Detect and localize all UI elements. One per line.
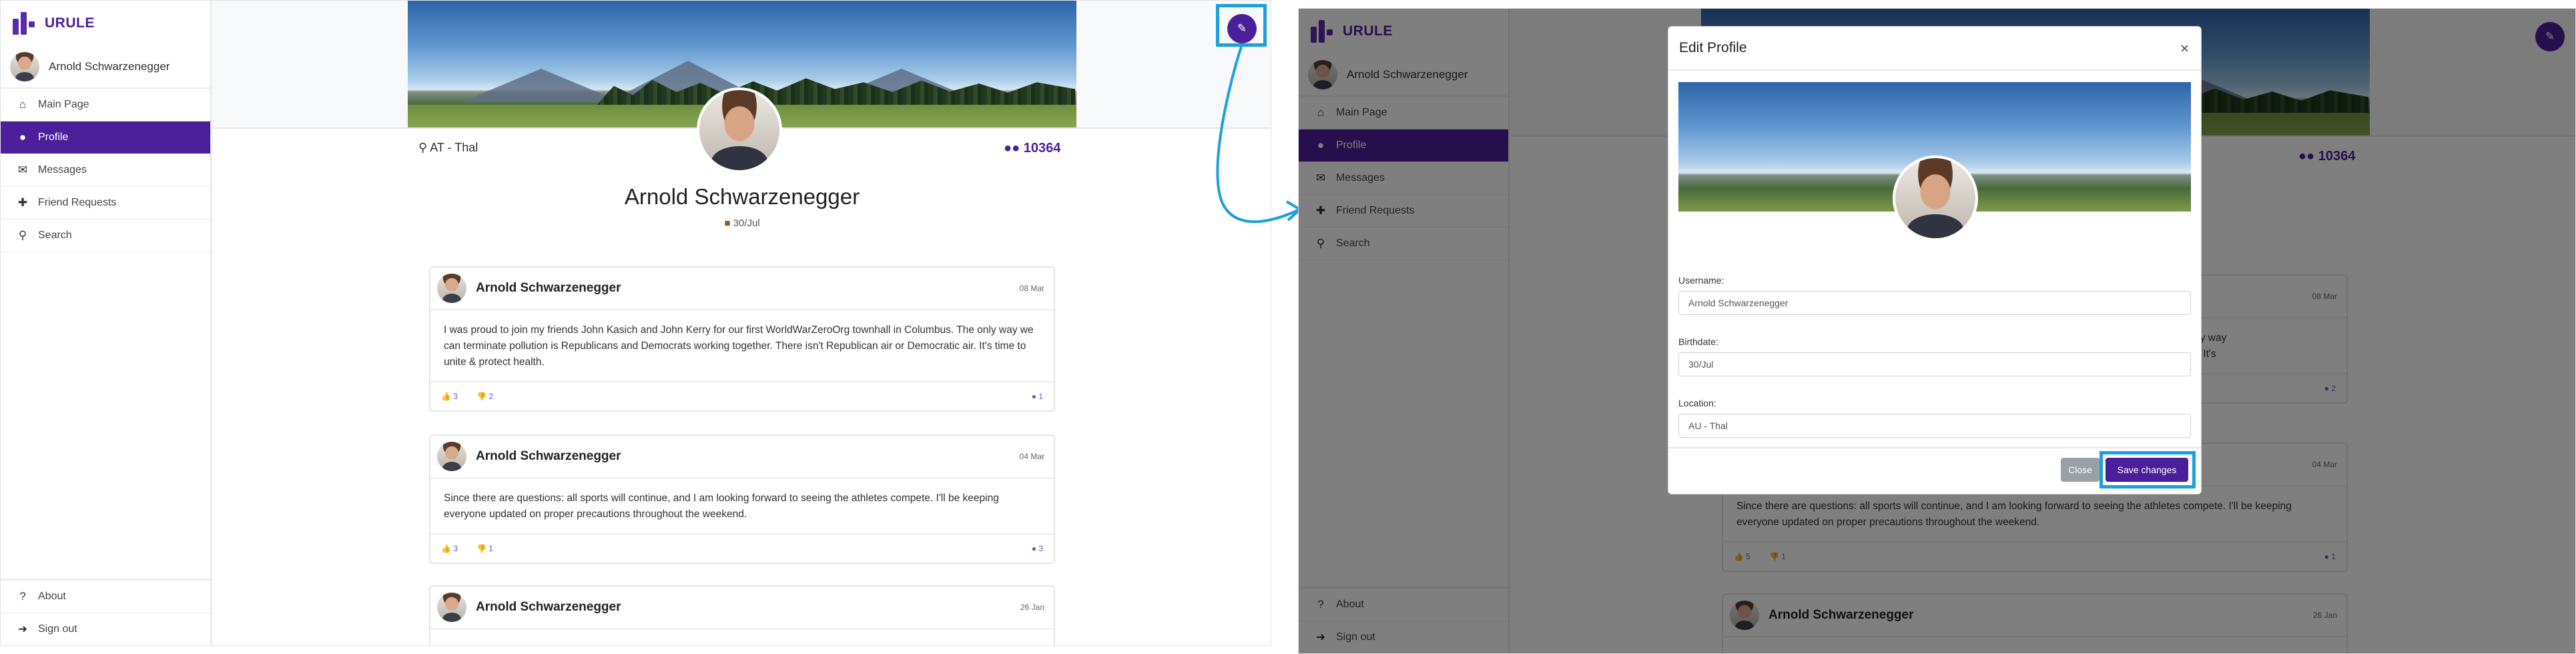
avatar	[437, 593, 466, 622]
comment-count: 1	[1038, 392, 1043, 401]
home-icon: ⌂	[19, 98, 27, 111]
sign-out-icon: ➜	[17, 623, 28, 635]
sidebar-item-label: Messages	[38, 164, 87, 176]
profile-name: Arnold Schwarzenegger	[624, 184, 860, 209]
sidebar-item-label: Main Page	[38, 99, 89, 110]
location-label: Location:	[1678, 398, 1716, 408]
question-circle-icon: ?	[19, 590, 26, 603]
post-header: Arnold Schwarzenegger 04 Mar	[430, 436, 1054, 478]
sidebar-item-label: About	[38, 591, 66, 602]
user-plus-icon: ✚	[17, 196, 28, 209]
post-header: Arnold Schwarzenegger 26 Jan	[430, 587, 1054, 629]
modal-footer-divider	[1668, 447, 2201, 448]
post-card: Arnold Schwarzenegger 08 Mar I was proud…	[429, 266, 1055, 412]
birthdate-input[interactable]	[1678, 352, 2191, 376]
profile-location: ⚲ AT - Thal	[418, 141, 478, 155]
birthday-text: 30/Jul	[733, 218, 760, 229]
birthdate-label: Birthdate:	[1678, 336, 1718, 347]
location-input[interactable]	[1678, 414, 2191, 438]
modal-title: Edit Profile	[1679, 40, 1747, 55]
cake-icon: ■	[724, 218, 731, 229]
profile-avatar	[697, 87, 782, 173]
screenshot-stage: URULE Arnold Schwarzenegger ⌂ Main Page …	[0, 0, 2576, 654]
avatar	[10, 52, 39, 81]
user-icon: ●	[19, 131, 27, 143]
sidebar-item-search[interactable]: ⚲ Search	[1, 220, 210, 252]
brand-logo-icon	[13, 12, 35, 35]
avatar	[437, 442, 466, 471]
profile-birthday: ■ 30/Jul	[408, 218, 1076, 229]
sidebar-item-main-page[interactable]: ⌂ Main Page	[1, 89, 210, 121]
sidebar-bottom: ? About ➜ Sign out	[1, 579, 210, 645]
modal-header: Edit Profile ×	[1668, 27, 2201, 71]
like-button[interactable]: 👍 3	[441, 392, 458, 401]
post-author[interactable]: Arnold Schwarzenegger	[476, 449, 621, 464]
envelope-icon: ✉	[17, 164, 28, 176]
sidebar-item-sign-out[interactable]: ➜ Sign out	[1, 613, 210, 645]
like-count: 3	[453, 392, 458, 401]
save-button-highlight	[2100, 451, 2196, 488]
avatar-upload[interactable]	[1893, 155, 1978, 241]
sidebar-user-name: Arnold Schwarzenegger	[49, 60, 170, 73]
comment-button[interactable]: ● 3	[1032, 544, 1043, 553]
sidebar-item-about[interactable]: ? About	[1, 580, 210, 613]
followers-number: 10364	[1023, 141, 1061, 155]
brand-name: URULE	[45, 15, 95, 31]
sidebar: URULE Arnold Schwarzenegger ⌂ Main Page …	[1, 1, 212, 645]
post-footer: 👍 3 👎 2 ● 1	[430, 381, 1054, 410]
post-date: 26 Jan	[1020, 603, 1044, 612]
map-marker-icon: ⚲	[418, 141, 428, 154]
close-icon[interactable]: ×	[2180, 40, 2189, 57]
post-card: Arnold Schwarzenegger 26 Jan	[429, 585, 1055, 645]
avatar	[437, 274, 466, 303]
profile-page-with-modal: URULE Arnold Schwarzenegger ⌂ Main Page …	[1298, 8, 2576, 654]
comment-button[interactable]: ● 1	[1032, 392, 1043, 401]
post-author[interactable]: Arnold Schwarzenegger	[476, 600, 621, 615]
profile-page: URULE Arnold Schwarzenegger ⌂ Main Page …	[0, 0, 1271, 646]
like-button[interactable]: 👍 3	[441, 544, 458, 553]
username-label: Username:	[1678, 275, 1724, 286]
post-text: Since there are questions: all sports wi…	[444, 493, 999, 520]
dislike-button[interactable]: 👎 2	[476, 392, 493, 401]
search-icon: ⚲	[18, 229, 27, 242]
dislike-button[interactable]: 👎 1	[476, 544, 493, 553]
post-text: I was proud to join my friends John Kasi…	[444, 324, 1034, 368]
post-header: Arnold Schwarzenegger 08 Mar	[430, 268, 1054, 310]
sidebar-item-profile[interactable]: ● Profile	[1, 121, 210, 154]
post-author[interactable]: Arnold Schwarzenegger	[476, 281, 621, 296]
like-count: 3	[453, 544, 458, 553]
close-button[interactable]: Close	[2061, 458, 2100, 482]
brand[interactable]: URULE	[1, 1, 210, 46]
comment-count: 3	[1038, 544, 1043, 553]
username-input[interactable]	[1678, 291, 2191, 315]
followers-count[interactable]: ●● 10364	[1004, 141, 1060, 156]
location-text: AT - Thal	[430, 141, 478, 154]
post-date: 04 Mar	[1019, 452, 1044, 461]
edit-profile-modal: Edit Profile × Username: Birthdate: Loca…	[1668, 26, 2202, 495]
dislike-count: 1	[489, 544, 493, 553]
dislike-count: 2	[489, 392, 493, 401]
sidebar-item-messages[interactable]: ✉ Messages	[1, 154, 210, 187]
sidebar-item-label: Sign out	[38, 623, 77, 635]
sidebar-user[interactable]: Arnold Schwarzenegger	[1, 46, 210, 89]
users-icon: ●●	[1004, 141, 1020, 155]
sidebar-item-label: Search	[38, 230, 72, 241]
sidebar-item-label: Friend Requests	[38, 197, 117, 208]
main-content: ✎ ⚲ AT - Thal ●● 10364 Arnold Schwarzene…	[213, 1, 1271, 645]
sidebar-item-label: Profile	[38, 131, 69, 143]
post-card: Arnold Schwarzenegger 04 Mar Since there…	[429, 434, 1055, 564]
post-date: 08 Mar	[1019, 284, 1044, 293]
post-footer: 👍 3 👎 1 ● 3	[430, 533, 1054, 563]
sidebar-item-friend-requests[interactable]: ✚ Friend Requests	[1, 187, 210, 220]
